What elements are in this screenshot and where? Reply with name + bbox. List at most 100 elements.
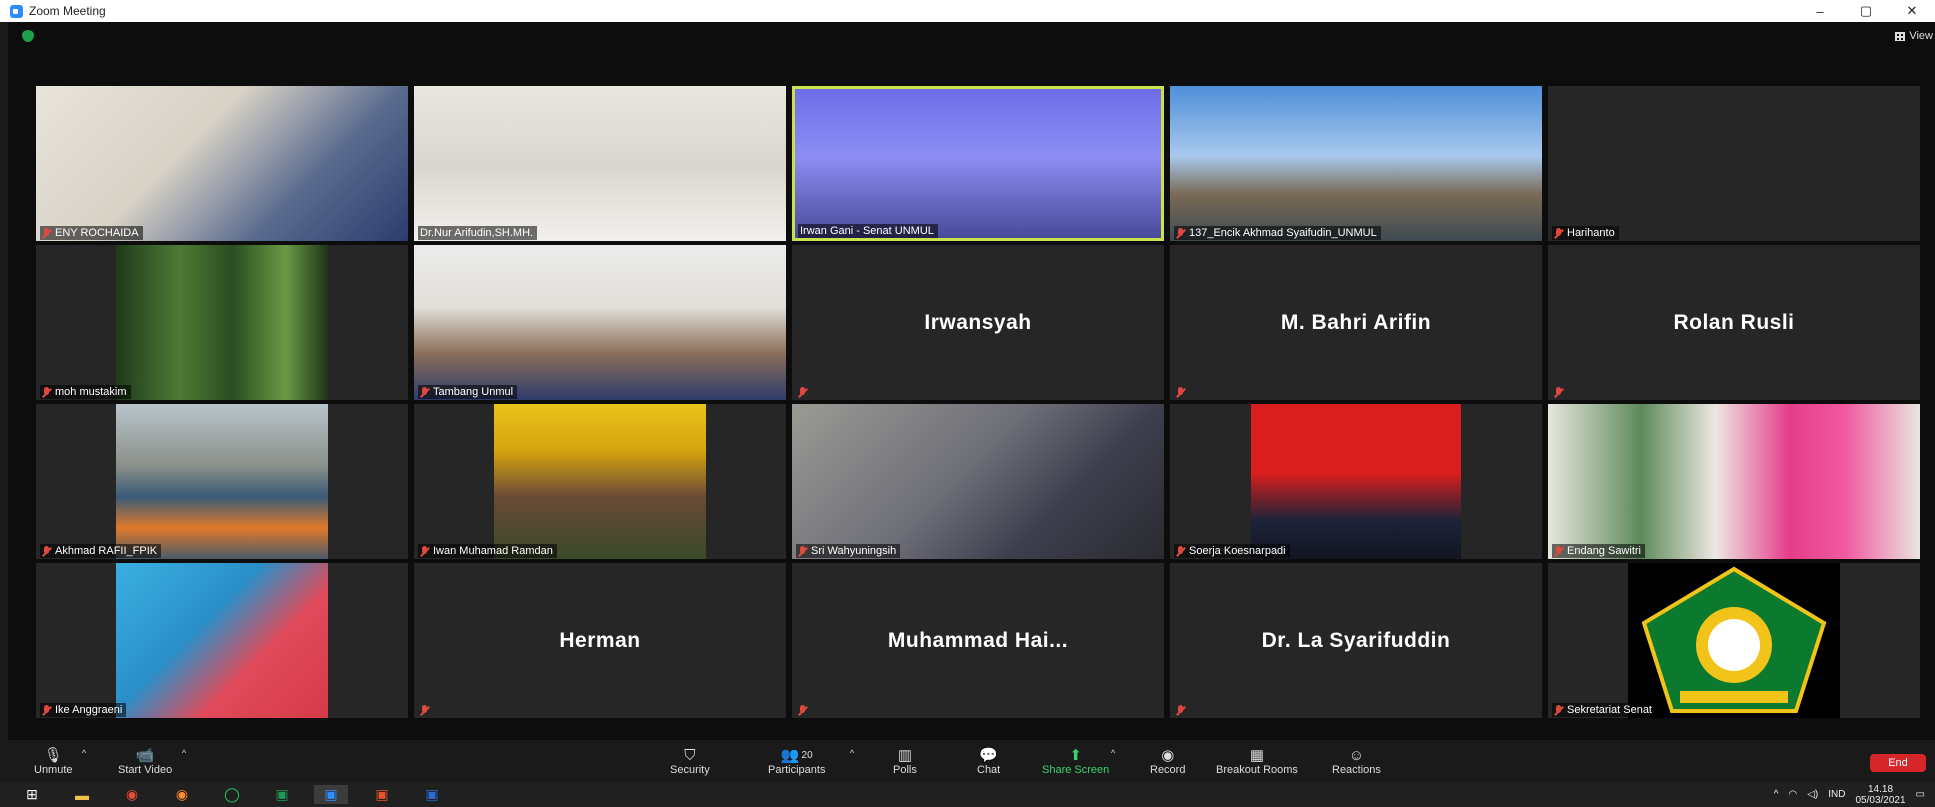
participant-display-name: Muhammad Hai... <box>887 629 1069 652</box>
participant-tile[interactable]: Iwan Muhamad Ramdan <box>414 404 786 559</box>
participant-tile[interactable]: Tambang Unmul <box>414 245 786 400</box>
participant-name-label: Akhmad RAFII_FPIK <box>40 544 162 558</box>
participant-tile[interactable]: Sri Wahyuningsih <box>792 404 1164 559</box>
view-button[interactable]: View <box>1895 30 1933 42</box>
participant-tile[interactable]: moh mustakim <box>36 245 408 400</box>
participant-tile[interactable]: Sekretariat Senat <box>1548 563 1920 718</box>
word-icon[interactable]: ▣ <box>422 785 442 804</box>
video-feed <box>1251 404 1461 559</box>
maximize-button[interactable]: ▢ <box>1843 0 1889 22</box>
participant-name-label <box>1552 386 1567 399</box>
participant-name-label <box>1174 386 1189 399</box>
reactions-button[interactable]: ☺ Reactions <box>1332 746 1381 777</box>
minimize-button[interactable]: – <box>1797 0 1843 22</box>
mic-muted-icon <box>42 704 51 716</box>
mic-muted-icon <box>42 545 51 557</box>
security-button[interactable]: ⛉ Security <box>670 746 710 777</box>
participant-name-label: Ike Anggraeni <box>40 703 127 717</box>
input-language[interactable]: IND <box>1828 789 1845 800</box>
participant-name-label <box>418 704 433 717</box>
participant-name-label: Soerja Koesnarpadi <box>1174 544 1290 558</box>
participant-display-name: Dr. La Syarifuddin <box>1261 629 1451 652</box>
participant-tile[interactable]: Dr. La Syarifuddin <box>1170 563 1542 718</box>
mic-muted-icon <box>1554 387 1563 398</box>
zoom-taskbar-icon[interactable]: ▣ <box>314 785 348 804</box>
grid-icon <box>1895 31 1906 41</box>
window-titlebar: Zoom Meeting – ▢ ✕ <box>0 0 1935 22</box>
mic-muted-icon <box>798 387 807 398</box>
mic-muted-icon <box>420 386 429 398</box>
participant-name-label <box>1174 704 1189 717</box>
audio-options-caret[interactable]: ^ <box>82 748 86 758</box>
participant-name-label <box>796 704 811 717</box>
participant-name-label: Irwan Gani - Senat UNMUL <box>798 224 938 238</box>
mic-muted-icon <box>1554 545 1563 557</box>
mic-muted-icon <box>798 705 807 716</box>
firefox-icon[interactable]: ◉ <box>172 785 192 804</box>
breakout-rooms-icon: ▦ <box>1249 747 1265 764</box>
participant-name-label: Harihanto <box>1552 226 1619 240</box>
window-title: Zoom Meeting <box>29 4 106 18</box>
video-feed <box>792 404 1164 559</box>
excel-icon[interactable]: ▣ <box>272 785 292 804</box>
participant-tile[interactable]: Akhmad RAFII_FPIK <box>36 404 408 559</box>
notifications-icon[interactable]: ▭ <box>1916 789 1925 800</box>
encryption-shield-icon[interactable] <box>22 30 34 42</box>
share-screen-button[interactable]: ⬆ Share Screen <box>1042 746 1109 776</box>
close-button[interactable]: ✕ <box>1889 0 1935 22</box>
record-button[interactable]: ◉ Record <box>1150 746 1185 776</box>
record-icon: ◉ <box>1161 747 1175 764</box>
end-meeting-button[interactable]: End <box>1870 754 1926 772</box>
caret-up-icon: ^ <box>850 748 855 758</box>
video-feed <box>1548 404 1920 559</box>
polls-button[interactable]: ▥ Polls <box>893 746 917 776</box>
chrome-icon[interactable]: ◉ <box>122 785 142 804</box>
video-feed <box>494 404 706 559</box>
volume-icon[interactable]: ◁) <box>1807 789 1818 800</box>
participants-button[interactable]: 👥 20 Participants <box>768 746 825 776</box>
participant-tile[interactable]: 137_Encik Akhmad Syaifudin_UNMUL <box>1170 86 1542 241</box>
clock[interactable]: 14.18 05/03/2021 <box>1855 784 1905 806</box>
participant-name-label: Endang Sawitri <box>1552 544 1645 558</box>
participants-options-caret[interactable]: ^ <box>850 748 854 758</box>
chat-button[interactable]: 💬 Chat <box>977 746 1000 776</box>
participant-tile[interactable]: Harihanto <box>1548 86 1920 241</box>
file-explorer-icon[interactable]: ▬ <box>72 785 92 804</box>
video-options-caret[interactable]: ^ <box>182 748 186 758</box>
meeting-stage: View ENY ROCHAIDA Dr.Nur Arifudin,SH.MH.… <box>8 22 1935 740</box>
tray-overflow-icon[interactable]: ^ <box>1774 789 1779 800</box>
participant-tile[interactable]: Soerja Koesnarpadi <box>1170 404 1542 559</box>
windows-start-icon[interactable]: ⊞ <box>22 785 42 804</box>
participant-tile[interactable]: Ike Anggraeni <box>36 563 408 718</box>
participant-tile[interactable]: Muhammad Hai... <box>792 563 1164 718</box>
system-tray: ^ ◠ ◁) IND 14.18 05/03/2021 ▭ <box>1774 782 1935 807</box>
participant-name-label: 137_Encik Akhmad Syaifudin_UNMUL <box>1174 226 1381 240</box>
participant-name-label: moh mustakim <box>40 385 131 399</box>
participant-tile[interactable]: M. Bahri Arifin <box>1170 245 1542 400</box>
share-options-caret[interactable]: ^ <box>1111 748 1115 758</box>
video-feed <box>36 86 408 241</box>
video-off-icon: 📹 <box>135 747 155 764</box>
participant-name-label <box>796 386 811 399</box>
participant-tile[interactable]: Dr.Nur Arifudin,SH.MH. <box>414 86 786 241</box>
pdf-reader-icon[interactable]: ▣ <box>372 785 392 804</box>
participant-tile[interactable]: Herman <box>414 563 786 718</box>
participant-name-label: Iwan Muhamad Ramdan <box>418 544 557 558</box>
participant-display-name: Herman <box>559 629 641 652</box>
participant-tile[interactable]: Irwansyah <box>792 245 1164 400</box>
participant-tile-active-speaker[interactable]: Irwan Gani - Senat UNMUL <box>792 86 1164 241</box>
mic-muted-icon <box>420 545 429 557</box>
polls-icon: ▥ <box>897 747 913 764</box>
participant-display-name: Irwansyah <box>924 311 1032 334</box>
video-feed <box>795 89 1161 238</box>
network-icon[interactable]: ◠ <box>1788 789 1797 800</box>
start-video-button[interactable]: 📹 Start Video <box>118 746 172 776</box>
participant-tile[interactable]: ENY ROCHAIDA <box>36 86 408 241</box>
breakout-rooms-button[interactable]: ▦ Breakout Rooms <box>1216 746 1298 776</box>
unmute-button[interactable]: 🎙 Unmute <box>34 746 73 776</box>
participant-name-label: ENY ROCHAIDA <box>40 226 143 240</box>
participant-tile[interactable]: Endang Sawitri <box>1548 404 1920 559</box>
participant-tile[interactable]: Rolan Rusli <box>1548 245 1920 400</box>
mic-muted-icon <box>1554 227 1563 239</box>
whatsapp-icon[interactable]: ◯ <box>222 785 242 804</box>
